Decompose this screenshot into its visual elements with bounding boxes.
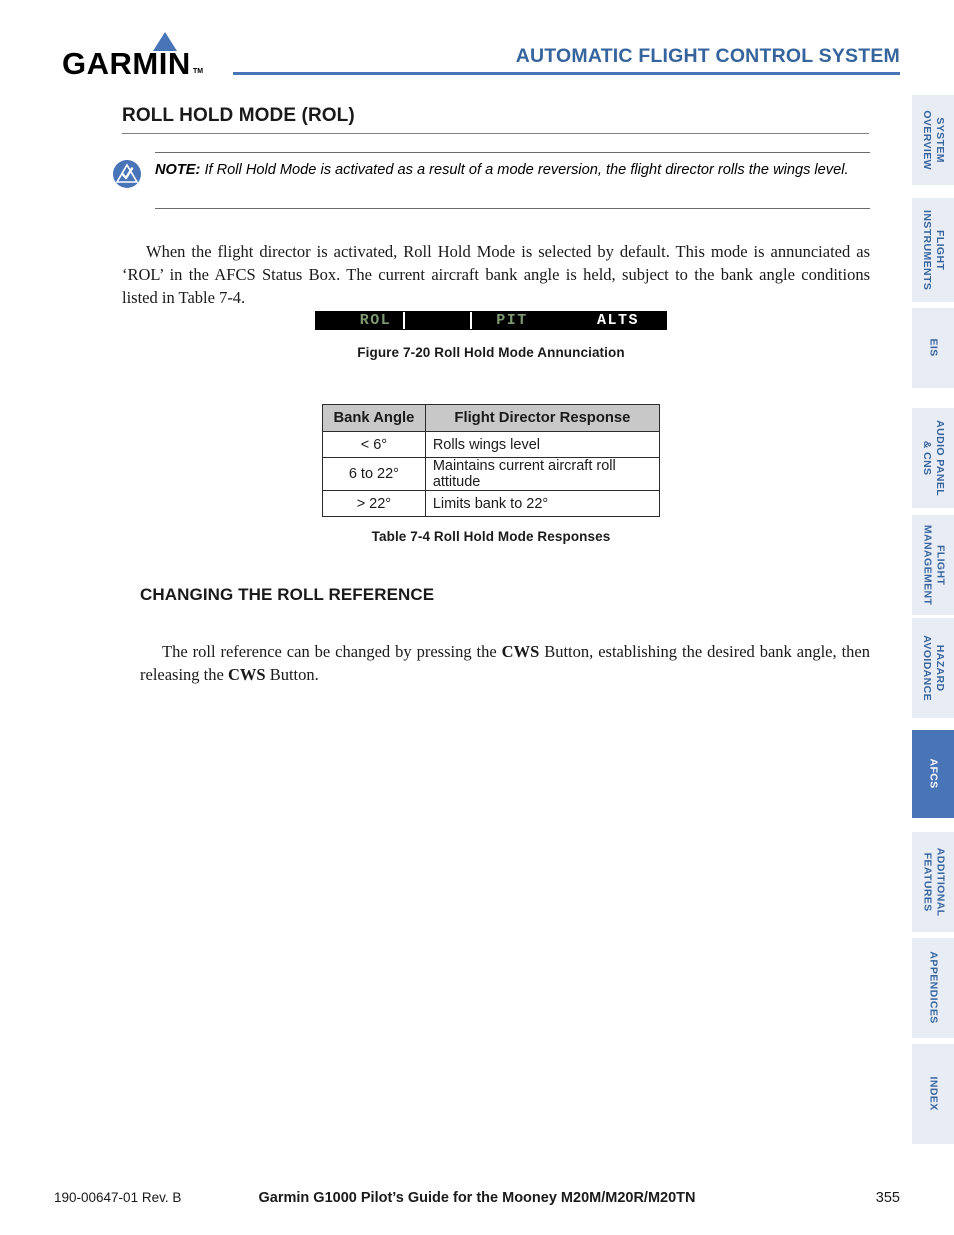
table-cell-bank-angle: 6 to 22° xyxy=(322,457,426,491)
cws-button-ref-1: CWS xyxy=(501,641,540,661)
note-divider-bottom xyxy=(155,208,870,209)
table-cell-bank-angle: < 6° xyxy=(322,431,426,458)
sidebar-tab-audio-panel-cns[interactable]: AUDIO PANEL & CNS xyxy=(912,408,954,508)
garmin-wordmark: GARMIN xyxy=(62,46,191,81)
annunciation-pitch-mode: PIT xyxy=(496,312,528,329)
sidebar-tab-label: INDEX xyxy=(927,1076,940,1112)
sidebar-tab-additional-features[interactable]: ADDITIONAL FEATURES xyxy=(912,832,954,932)
section-heading-divider xyxy=(122,133,869,134)
table-row: < 6° Rolls wings level xyxy=(322,431,661,458)
page-title: AUTOMATIC FLIGHT CONTROL SYSTEM xyxy=(515,45,900,67)
sidebar-tab-flight-instruments[interactable]: FLIGHT INSTRUMENTS xyxy=(912,198,954,302)
table-header-fd-response: Flight Director Response xyxy=(424,404,661,432)
sidebar-tab-label: FLIGHT INSTRUMENTS xyxy=(921,209,947,291)
table-row: > 22° Limits bank to 22° xyxy=(322,490,661,517)
sidebar-tab-label: APPENDICES xyxy=(927,951,940,1025)
sidebar-tab-system-overview[interactable]: SYSTEM OVERVIEW xyxy=(912,95,954,185)
cws-button-ref-2: CWS xyxy=(227,664,266,684)
section-tab-sidebar: SYSTEM OVERVIEW FLIGHT INSTRUMENTS EIS AUD… xyxy=(906,0,954,1235)
note-text: NOTE: If Roll Hold Mode is activated as … xyxy=(155,160,870,181)
table-cell-fd-response: Limits bank to 22° xyxy=(424,490,661,517)
sidebar-tab-hazard-avoidance[interactable]: HAZARD AVOIDANCE xyxy=(912,618,954,718)
sidebar-tab-afcs[interactable]: AFCS xyxy=(912,730,954,818)
sidebar-tab-appendices[interactable]: APPENDICES xyxy=(912,938,954,1038)
changing-roll-reference-paragraph: The roll reference can be changed by pre… xyxy=(140,640,870,687)
annunciation-roll-mode: ROL xyxy=(359,312,392,329)
sidebar-tab-label: SYSTEM OVERVIEW xyxy=(921,110,947,170)
table-cell-fd-response: Maintains current aircraft roll attitude xyxy=(424,457,661,491)
sidebar-tab-label: AFCS xyxy=(927,758,940,790)
garmin-logo: GARMIN TM xyxy=(62,32,222,84)
intro-paragraph: When the flight director is activated, R… xyxy=(122,241,870,308)
bank-angle-table: Bank Angle Flight Director Response < 6°… xyxy=(322,404,661,517)
note-caution-icon xyxy=(112,159,142,189)
afcs-status-box: ROL PIT ALTS xyxy=(315,311,667,330)
page-footer: 190-00647-01 Rev. B Garmin G1000 Pilot’s… xyxy=(0,1180,954,1235)
table-cell-bank-angle: > 22° xyxy=(322,490,426,517)
table-caption: Table 7-4 Roll Hold Mode Responses xyxy=(371,529,611,544)
annunciation-altitude-mode: ALTS xyxy=(596,312,639,329)
sidebar-tab-label: HAZARD AVOIDANCE xyxy=(921,635,947,701)
sidebar-tab-label: EIS xyxy=(927,338,940,358)
annunciation-divider-1 xyxy=(403,312,405,329)
para2-part1: The roll reference can be changed by pre… xyxy=(162,641,502,661)
table-header-bank-angle: Bank Angle xyxy=(322,404,426,432)
page-header: GARMIN TM AUTOMATIC FLIGHT CONTROL SYSTE… xyxy=(0,0,954,95)
annunciation-divider-2 xyxy=(470,312,472,329)
subsection-heading: CHANGING THE ROLL REFERENCE xyxy=(140,585,435,604)
note-body: If Roll Hold Mode is activated as a resu… xyxy=(200,162,849,178)
sidebar-tab-label: FLIGHT MANAGEMENT xyxy=(921,524,947,606)
sidebar-tab-index[interactable]: INDEX xyxy=(912,1044,954,1144)
table-header-row: Bank Angle Flight Director Response xyxy=(322,404,661,432)
footer-page-number: 355 xyxy=(875,1190,900,1206)
section-heading: ROLL HOLD MODE (ROL) xyxy=(122,105,355,126)
garmin-trademark-mark: TM xyxy=(193,68,204,75)
table-cell-fd-response: Rolls wings level xyxy=(424,431,661,458)
figure-caption: Figure 7-20 Roll Hold Mode Annunciation xyxy=(357,345,625,360)
footer-guide-title: Garmin G1000 Pilot’s Guide for the Moone… xyxy=(258,1190,696,1206)
para2-part3: Button. xyxy=(265,664,319,684)
sidebar-tab-flight-management[interactable]: FLIGHT MANAGEMENT xyxy=(912,515,954,615)
table-row: 6 to 22° Maintains current aircraft roll… xyxy=(322,457,661,491)
note-divider-top xyxy=(155,152,870,153)
header-divider xyxy=(233,72,900,75)
note-label: NOTE: xyxy=(155,162,201,178)
sidebar-tab-label: AUDIO PANEL & CNS xyxy=(921,420,947,496)
sidebar-tab-label: ADDITIONAL FEATURES xyxy=(921,847,947,917)
sidebar-tab-eis[interactable]: EIS xyxy=(912,308,954,388)
